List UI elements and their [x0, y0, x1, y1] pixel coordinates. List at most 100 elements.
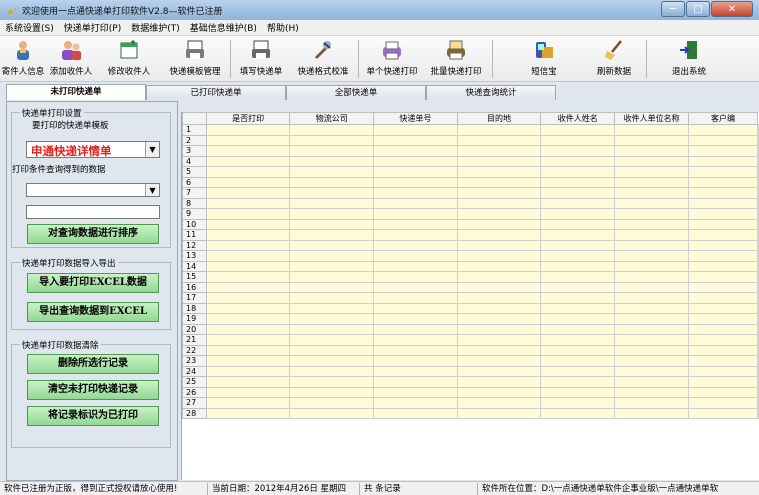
table-cell[interactable]: [205, 250, 291, 262]
table-cell[interactable]: [205, 365, 291, 377]
table-cell[interactable]: [688, 292, 758, 304]
table-cell[interactable]: [540, 386, 616, 398]
table-cell[interactable]: [456, 229, 542, 241]
table-cell[interactable]: [688, 271, 758, 283]
row-number[interactable]: 4: [182, 155, 207, 167]
table-cell[interactable]: [289, 197, 375, 209]
table-row[interactable]: 2: [182, 134, 759, 146]
table-cell[interactable]: [757, 334, 759, 346]
table-cell[interactable]: [757, 397, 759, 409]
table-cell[interactable]: [614, 407, 689, 419]
table-cell[interactable]: [614, 302, 689, 314]
batch-print-button[interactable]: 批量快递打印: [424, 36, 488, 82]
table-cell[interactable]: [456, 250, 542, 262]
row-number[interactable]: 14: [182, 260, 207, 272]
table-cell[interactable]: [205, 281, 291, 293]
table-cell[interactable]: [373, 397, 458, 409]
mark-printed-button[interactable]: 将记录标识为已打印: [27, 406, 159, 426]
table-cell[interactable]: [289, 344, 375, 356]
table-cell[interactable]: [688, 155, 758, 167]
table-cell[interactable]: [205, 355, 291, 367]
table-cell[interactable]: [614, 313, 689, 325]
table-cell[interactable]: [373, 271, 458, 283]
table-cell[interactable]: [373, 155, 458, 167]
table-cell[interactable]: [456, 218, 542, 230]
table-cell[interactable]: [205, 292, 291, 304]
table-cell[interactable]: [614, 229, 689, 241]
table-cell[interactable]: [289, 134, 375, 146]
row-number[interactable]: 1: [182, 124, 207, 136]
edit-recipient-button[interactable]: 修改收件人: [100, 36, 158, 82]
table-cell[interactable]: [289, 208, 375, 220]
export-excel-button[interactable]: 导出查询数据到EXCEL: [27, 302, 159, 322]
table-row[interactable]: 17: [182, 292, 759, 304]
table-cell[interactable]: [614, 376, 689, 388]
filter-select[interactable]: ▼: [26, 183, 160, 197]
table-cell[interactable]: [540, 145, 616, 157]
sort-query-button[interactable]: 对查询数据进行排序: [27, 224, 159, 244]
table-cell[interactable]: [688, 166, 758, 178]
row-number[interactable]: 9: [182, 208, 207, 220]
table-cell[interactable]: [456, 365, 542, 377]
table-row[interactable]: 28: [182, 407, 759, 419]
table-cell[interactable]: [373, 355, 458, 367]
table-cell[interactable]: [456, 260, 542, 272]
table-cell[interactable]: [205, 155, 291, 167]
row-number[interactable]: 19: [182, 313, 207, 325]
tab-query-stats[interactable]: 快递查询统计: [426, 85, 556, 100]
table-cell[interactable]: [456, 376, 542, 388]
table-cell[interactable]: [688, 197, 758, 209]
table-cell[interactable]: [289, 166, 375, 178]
table-cell[interactable]: [688, 208, 758, 220]
column-header[interactable]: 目的地: [456, 112, 542, 125]
table-cell[interactable]: [540, 218, 616, 230]
table-cell[interactable]: [757, 155, 759, 167]
table-cell[interactable]: [614, 292, 689, 304]
table-cell[interactable]: [456, 281, 542, 293]
table-cell[interactable]: [688, 260, 758, 272]
table-cell[interactable]: [614, 124, 689, 136]
table-cell[interactable]: [540, 166, 616, 178]
table-cell[interactable]: [373, 176, 458, 188]
row-number[interactable]: 7: [182, 187, 207, 199]
table-cell[interactable]: [614, 386, 689, 398]
table-cell[interactable]: [373, 365, 458, 377]
table-cell[interactable]: [289, 292, 375, 304]
table-cell[interactable]: [373, 260, 458, 272]
table-cell[interactable]: [289, 176, 375, 188]
column-header[interactable]: 收件人姓名: [540, 112, 616, 125]
table-cell[interactable]: [456, 155, 542, 167]
table-row[interactable]: 5: [182, 166, 759, 178]
minimize-button[interactable]: ─: [661, 1, 685, 17]
table-cell[interactable]: [540, 239, 616, 251]
table-cell[interactable]: [373, 218, 458, 230]
table-cell[interactable]: [289, 281, 375, 293]
table-row[interactable]: 10: [182, 218, 759, 230]
table-cell[interactable]: [373, 323, 458, 335]
table-cell[interactable]: [540, 397, 616, 409]
menu-waybill-print[interactable]: 快递单打印(P): [59, 21, 126, 34]
table-cell[interactable]: [289, 302, 375, 314]
column-header[interactable]: 物流公司: [289, 112, 375, 125]
table-cell[interactable]: [757, 302, 759, 314]
table-cell[interactable]: [614, 218, 689, 230]
table-cell[interactable]: [456, 208, 542, 220]
row-number[interactable]: 11: [182, 229, 207, 241]
table-cell[interactable]: [757, 323, 759, 335]
row-number[interactable]: 6: [182, 176, 207, 188]
table-cell[interactable]: [688, 281, 758, 293]
table-cell[interactable]: [688, 397, 758, 409]
table-cell[interactable]: [540, 197, 616, 209]
single-print-button[interactable]: 单个快递打印: [362, 36, 422, 82]
menu-system-settings[interactable]: 系统设置(S): [0, 21, 59, 34]
table-cell[interactable]: [373, 344, 458, 356]
import-excel-button[interactable]: 导入要打印EXCEL数据: [27, 273, 159, 293]
table-cell[interactable]: [205, 134, 291, 146]
table-row[interactable]: 18: [182, 302, 759, 314]
table-row[interactable]: 7: [182, 187, 759, 199]
table-cell[interactable]: [757, 344, 759, 356]
table-cell[interactable]: [614, 145, 689, 157]
table-cell[interactable]: [757, 229, 759, 241]
table-row[interactable]: 4: [182, 155, 759, 167]
chevron-down-icon[interactable]: ▼: [145, 184, 159, 196]
